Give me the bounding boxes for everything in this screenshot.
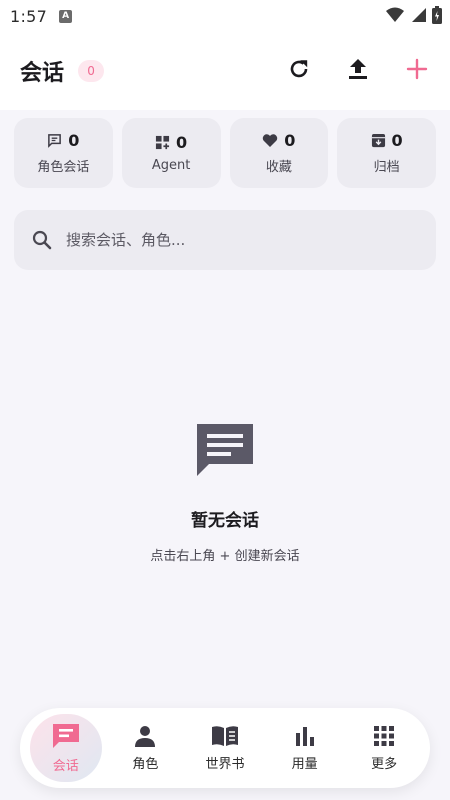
stat-label: 角色会话 — [37, 160, 90, 175]
refresh-button[interactable] — [286, 56, 312, 82]
nav-label: 用量 — [291, 757, 318, 772]
heart-icon — [263, 134, 278, 147]
wifi-icon — [386, 7, 404, 22]
stats-row: 0 角色会话 0 Agent 0 收藏 0 归档 — [14, 118, 436, 188]
search-input[interactable] — [66, 231, 418, 249]
search-bar[interactable] — [14, 210, 436, 270]
nav-item-usage[interactable]: 用量 — [269, 714, 341, 782]
bar-chart-icon — [295, 727, 314, 746]
stat-top: 0 — [262, 131, 295, 150]
empty-state: 暂无会话 点击右上角 + 创建新会话 — [0, 420, 450, 564]
add-button[interactable] — [404, 56, 430, 82]
stat-card-agent[interactable]: 0 Agent — [121, 118, 221, 188]
page-title: 会话 — [20, 61, 65, 86]
app-bar: 会话 0 — [0, 32, 450, 110]
nav-label: 世界书 — [205, 757, 245, 772]
status-indicators — [386, 6, 442, 24]
stat-value: 0 — [68, 131, 80, 150]
status-time: 1:57 — [10, 6, 48, 26]
person-icon — [135, 726, 156, 747]
nav-item-worldbook[interactable]: 世界书 — [189, 714, 261, 782]
search-icon — [32, 230, 52, 250]
upload-button[interactable] — [345, 56, 371, 82]
upload-icon — [349, 59, 367, 79]
chat-icon — [52, 724, 79, 748]
stat-label: 归档 — [373, 160, 400, 175]
chat-icon — [48, 134, 62, 148]
bottom-nav: 会话 角色 世界书 用量 更多 — [20, 708, 430, 788]
stat-top: 0 — [155, 133, 187, 152]
header-actions — [286, 56, 430, 82]
stat-card-archive[interactable]: 0 归档 — [337, 118, 436, 188]
battery-icon — [432, 6, 442, 24]
stat-value: 0 — [176, 133, 188, 152]
nav-item-chats[interactable]: 会话 — [29, 714, 102, 782]
chat-bubble-icon — [197, 424, 253, 476]
stat-label: 收藏 — [265, 160, 292, 175]
stat-value: 0 — [284, 131, 296, 150]
nav-label: 会话 — [52, 759, 79, 774]
empty-state-title: 暂无会话 — [191, 511, 259, 531]
signal-icon — [412, 8, 426, 22]
stat-value: 0 — [391, 131, 403, 150]
refresh-icon — [290, 60, 308, 78]
nav-label: 更多 — [371, 757, 398, 772]
count-badge: 0 — [78, 60, 105, 82]
notification-a-icon: A — [59, 9, 73, 23]
stat-label: Agent — [151, 158, 191, 173]
grid-plus-icon — [155, 135, 170, 150]
plus-icon — [406, 58, 428, 80]
archive-icon — [371, 133, 385, 148]
nav-label: 角色 — [132, 757, 159, 772]
stat-card-favorites[interactable]: 0 收藏 — [229, 118, 329, 188]
status-bar: 1:57 A — [0, 0, 450, 32]
empty-state-hint: 点击右上角 + 创建新会话 — [150, 549, 300, 564]
nav-item-roles[interactable]: 角色 — [109, 714, 181, 782]
stat-card-role-chats[interactable]: 0 角色会话 — [14, 118, 113, 188]
nav-item-more[interactable]: 更多 — [348, 714, 420, 782]
grid-icon — [374, 726, 395, 746]
book-icon — [211, 726, 238, 746]
stat-top: 0 — [371, 131, 403, 150]
stat-top: 0 — [47, 131, 79, 150]
